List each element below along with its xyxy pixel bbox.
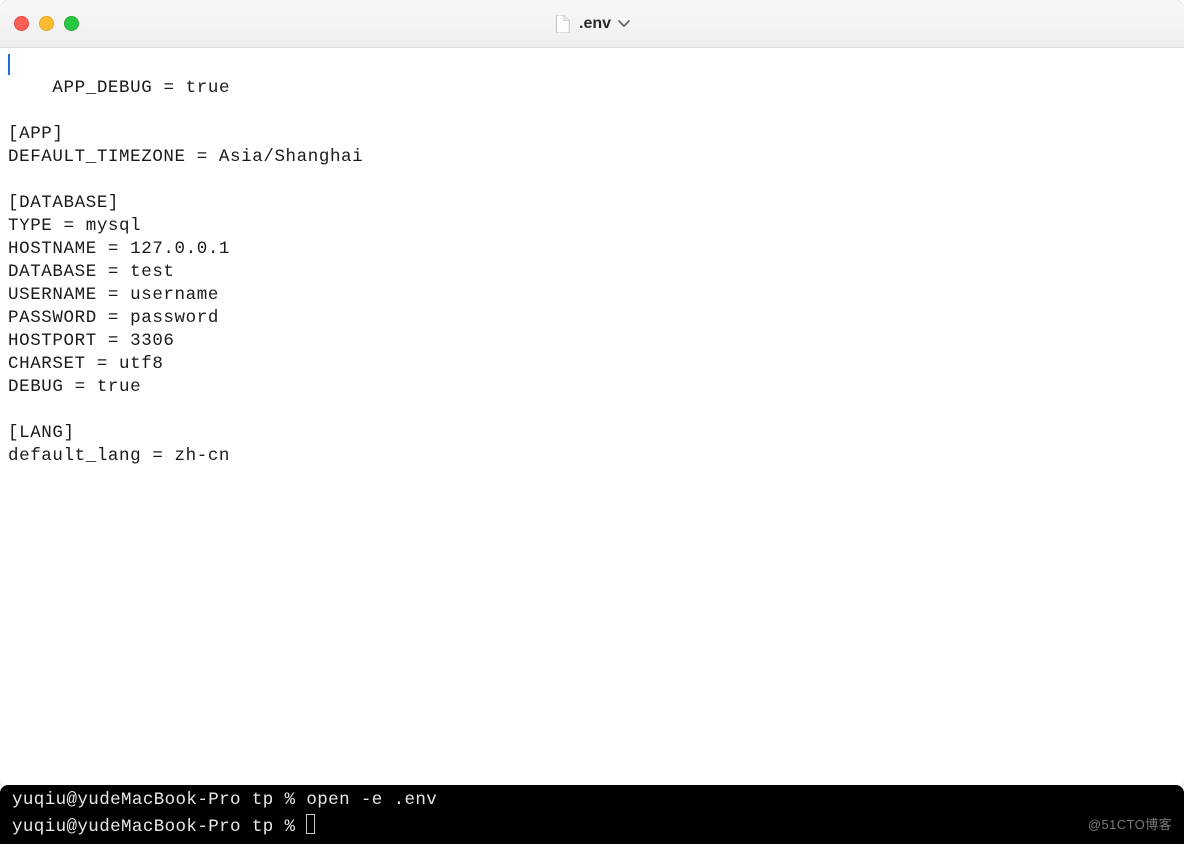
text-cursor [8, 54, 10, 75]
chevron-down-icon[interactable] [617, 17, 631, 31]
terminal[interactable]: yuqiu@yudeMacBook-Pro tp % open -e .env … [0, 785, 1184, 844]
watermark: @51CTO博客 [1088, 811, 1172, 838]
close-window-button[interactable] [14, 16, 29, 31]
window-title: .env [579, 15, 611, 33]
file-icon [553, 15, 571, 33]
terminal-cursor [306, 814, 315, 834]
editor-text: APP_DEBUG = true [APP] DEFAULT_TIMEZONE … [8, 78, 363, 466]
minimize-window-button[interactable] [39, 16, 54, 31]
terminal-prompt-2: yuqiu@yudeMacBook-Pro tp % [12, 817, 306, 837]
titlebar[interactable]: .env [0, 0, 1184, 48]
title-center[interactable]: .env [553, 15, 631, 33]
text-editor-content[interactable]: APP_DEBUG = true [APP] DEFAULT_TIMEZONE … [0, 48, 1184, 497]
traffic-lights [14, 16, 79, 31]
terminal-command-1: open -e .env [306, 790, 437, 810]
maximize-window-button[interactable] [64, 16, 79, 31]
editor-window: .env APP_DEBUG = true [APP] DEFAULT_TIME… [0, 0, 1184, 790]
terminal-prompt-1: yuqiu@yudeMacBook-Pro tp % [12, 790, 306, 810]
